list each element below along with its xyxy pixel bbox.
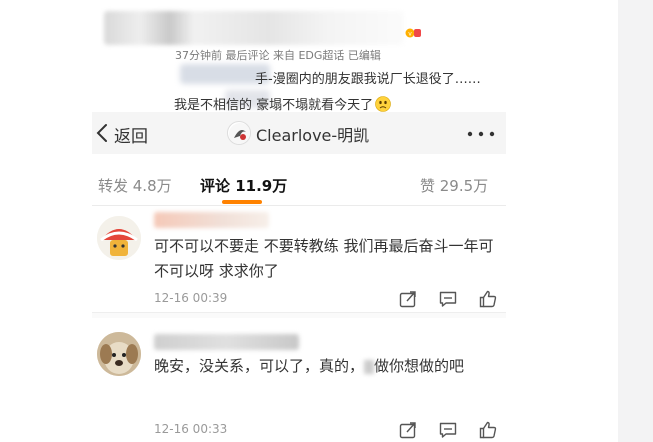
user-title: Clearlove-明凯 [256,126,370,145]
share-icon[interactable] [398,420,418,440]
back-chevron-icon[interactable] [96,123,108,143]
comment-item: 晚安，没关系，可以了，真的， 做你想做的吧 12-16 00:33 [92,318,506,442]
avatar-image [229,123,250,144]
svg-text:v: v [408,31,412,38]
blurred-word [364,359,375,374]
comment-icon[interactable] [438,289,458,309]
like-icon[interactable] [478,289,498,309]
share-icon[interactable] [398,289,418,309]
comment-actions [398,420,498,440]
active-tab-indicator [222,200,262,204]
blurred-username [104,11,404,45]
top-nav-bar: 返回 Clearlove-明凯 [92,112,506,154]
vip-badge-icon: v [405,28,421,38]
comment-time: 12-16 00:39 [154,291,228,305]
page-gutter [618,0,653,442]
comment-text: 晚安，没关系，可以了，真的， 做你想做的吧 [154,354,494,379]
tab-comment[interactable]: 评论 11.9万 [200,175,287,196]
avatar-image [97,216,141,260]
blurred-username [154,212,269,228]
comment-text-part: 晚安，没关系，可以了，真的， [154,357,365,375]
commenter-avatar[interactable] [97,216,141,260]
commenter-avatar[interactable] [97,332,141,376]
comment-actions [398,289,498,309]
post-text-line1: 手-漫圈内的朋友跟我说厂长退役了…… [255,72,481,87]
post-text-line2: 我是不相信的 豪塌不塌就看今天了 [174,94,391,113]
embedded-screenshot: 返回 Clearlove-明凯 转发 4.8万 评论 11.9万 赞 29.5万 [92,112,506,442]
avatar-image [97,332,141,376]
stats-tabs: 转发 4.8万 评论 11.9万 赞 29.5万 [92,154,506,206]
back-button[interactable]: 返回 [114,122,148,147]
post-text-line2-text: 我是不相信的 豪塌不塌就看今天了 [174,98,374,113]
comment-time: 12-16 00:33 [154,422,228,436]
blurred-username [154,334,299,350]
comment-item: 可不可以不要走 不要转教练 我们再最后奋斗一年可不可以呀 求求你了 12-16 … [92,206,506,312]
comment-icon[interactable] [438,420,458,440]
sad-face-icon [375,95,391,112]
post-meta: 37分钟前 最后评论 来自 EDG超话 已编辑 [175,49,381,62]
more-icon[interactable] [466,131,496,137]
comment-text-part: 做你想做的吧 [374,357,465,375]
user-avatar [227,121,251,145]
comment-text: 可不可以不要走 不要转教练 我们再最后奋斗一年可不可以呀 求求你了 [154,237,494,280]
like-icon[interactable] [478,420,498,440]
tab-repost[interactable]: 转发 4.8万 [98,175,172,196]
tab-like[interactable]: 赞 29.5万 [420,175,488,196]
